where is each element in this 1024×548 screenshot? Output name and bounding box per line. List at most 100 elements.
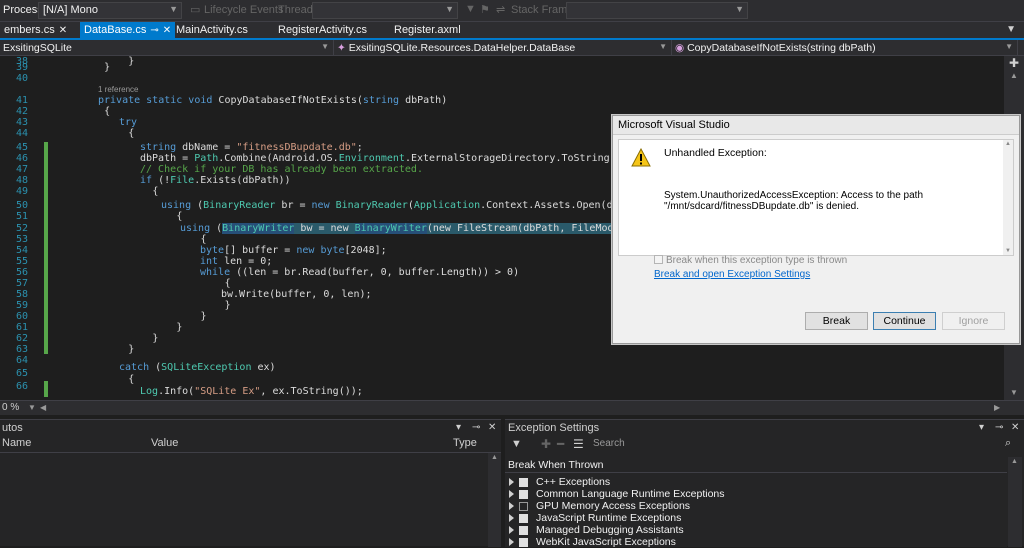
- tab-database[interactable]: DataBase.cs ⊸ ✕: [80, 22, 176, 40]
- scroll-up-icon[interactable]: ▲: [1005, 141, 1011, 147]
- line-number: 58: [15, 289, 28, 300]
- checkbox[interactable]: [519, 513, 528, 523]
- exception-message-line2: "/mnt/sdcard/fitnessDBupdate.db" is deni…: [664, 201, 859, 212]
- close-icon[interactable]: ✕: [488, 422, 496, 433]
- project-dropdown[interactable]: ExsitingSQLite ▼: [0, 40, 334, 56]
- class-dropdown[interactable]: ✦ ExsitingSQLite.Resources.DataHelper.Da…: [334, 40, 672, 56]
- scroll-up-icon[interactable]: ▲: [1011, 458, 1018, 465]
- line-number-gutter: 38 39 40 41 42 43 44 45 46 47 48 49 50 5…: [0, 56, 34, 400]
- expand-icon[interactable]: [509, 502, 514, 511]
- tab-overflow-icon[interactable]: ▼: [1006, 24, 1016, 35]
- warning-icon: [631, 148, 651, 167]
- scroll-right-icon[interactable]: ▶: [994, 403, 1000, 412]
- line-number: 52: [15, 223, 28, 234]
- pin-icon[interactable]: ⊸: [472, 422, 480, 433]
- checkbox[interactable]: [519, 477, 528, 487]
- chevron-down-icon: ▼: [169, 4, 178, 14]
- dropdown-icon[interactable]: ▾: [456, 422, 461, 433]
- editor-zoom-bar: 0 % ▼ ◀ ▶: [0, 400, 1024, 415]
- code-line: {: [56, 211, 183, 222]
- scroll-up-icon[interactable]: ▲: [491, 454, 498, 461]
- list-item[interactable]: Common Language Runtime Exceptions: [509, 488, 725, 500]
- expand-icon[interactable]: [509, 538, 514, 547]
- tab-label: embers.cs: [4, 24, 55, 36]
- code-line: {: [56, 186, 159, 197]
- message-scrollbar[interactable]: ▲ ▼: [1003, 140, 1013, 255]
- close-icon[interactable]: ✕: [163, 25, 171, 36]
- lifecycle-events-button[interactable]: Lifecycle Events: [204, 4, 283, 16]
- tab-registeractivity[interactable]: RegisterActivity.cs: [274, 22, 371, 40]
- scroll-down-icon[interactable]: ▼: [1005, 248, 1011, 254]
- expand-icon[interactable]: [509, 514, 514, 523]
- member-dropdown[interactable]: ◉ CopyDatabaseIfNotExists(string dbPath)…: [672, 40, 1018, 56]
- checkbox[interactable]: [519, 537, 528, 547]
- close-icon[interactable]: ✕: [1011, 422, 1019, 433]
- list-item[interactable]: WebKit JavaScript Exceptions: [509, 536, 676, 548]
- scroll-up-icon[interactable]: ▲: [1010, 71, 1018, 80]
- list-item[interactable]: GPU Memory Access Exceptions: [509, 500, 690, 512]
- checkbox[interactable]: [519, 525, 528, 535]
- code-line: dbPath = Path.Combine(Android.OS.Environ…: [140, 153, 682, 164]
- restore-defaults-icon[interactable]: ☰: [573, 437, 584, 451]
- checkbox[interactable]: [519, 489, 528, 499]
- line-number: 45: [15, 142, 28, 153]
- zoom-level[interactable]: 0 %: [2, 402, 19, 413]
- list-item[interactable]: C++ Exceptions: [509, 476, 610, 488]
- add-icon[interactable]: ✚: [541, 437, 551, 451]
- search-input[interactable]: Search: [593, 438, 625, 449]
- line-number: 42: [15, 106, 28, 117]
- lifecycle-icon[interactable]: ▭: [190, 3, 200, 16]
- close-icon[interactable]: ✕: [59, 25, 67, 36]
- line-number: 43: [15, 117, 28, 128]
- split-editor-icon[interactable]: ✚: [1009, 56, 1019, 70]
- chevron-down-icon: ▼: [659, 42, 667, 51]
- flag-icon[interactable]: ⚑: [480, 3, 490, 16]
- tab-mainactivity[interactable]: MainActivity.cs: [172, 22, 252, 40]
- scroll-down-icon[interactable]: ▼: [1010, 388, 1018, 397]
- filter-icon[interactable]: ▼: [511, 438, 522, 450]
- line-number: 59: [15, 300, 28, 311]
- exception-settings-panel: Exception Settings ▾ ⊸ ✕ ▼ ✚ ━ ☰ Search …: [505, 419, 1024, 548]
- autos-scrollbar[interactable]: ▲: [488, 453, 501, 547]
- column-header-type[interactable]: Type: [453, 437, 477, 449]
- expand-icon[interactable]: [509, 526, 514, 535]
- pin-icon[interactable]: ⊸: [995, 422, 1003, 433]
- thread-dropdown[interactable]: ▼: [312, 2, 458, 19]
- pin-icon[interactable]: ⊸: [150, 25, 158, 36]
- continue-button[interactable]: Continue: [873, 312, 936, 330]
- expand-icon[interactable]: [509, 478, 514, 487]
- method-icon: ◉: [675, 42, 685, 54]
- scroll-left-icon[interactable]: ◀: [40, 403, 46, 412]
- list-header: Break When Thrown: [505, 456, 1007, 473]
- remove-icon[interactable]: ━: [557, 437, 564, 451]
- expand-icon[interactable]: [509, 490, 514, 499]
- stackframe-dropdown[interactable]: ▼: [566, 2, 748, 19]
- line-number: 53: [15, 234, 28, 245]
- split-icon[interactable]: ⇌: [496, 3, 505, 16]
- list-item[interactable]: JavaScript Runtime Exceptions: [509, 512, 681, 524]
- checkbox[interactable]: [519, 501, 528, 511]
- debug-toolbar: Process: [N/A] Mono ▼ ▭ Lifecycle Events…: [0, 0, 1024, 22]
- process-dropdown[interactable]: [N/A] Mono ▼: [38, 2, 182, 19]
- code-line: bw.Write(buffer, 0, len);: [221, 289, 372, 300]
- column-header-value[interactable]: Value: [151, 437, 178, 449]
- exception-settings-link[interactable]: Break and open Exception Settings: [654, 269, 810, 280]
- thread-label: Thread:: [278, 4, 316, 16]
- break-button[interactable]: Break: [805, 312, 868, 330]
- column-header-name[interactable]: Name: [2, 437, 31, 449]
- tab-label: MainActivity.cs: [176, 24, 248, 36]
- search-icon[interactable]: ⌕: [1005, 437, 1011, 450]
- dropdown-icon[interactable]: ▾: [979, 422, 984, 433]
- chevron-down-icon[interactable]: ▼: [28, 403, 36, 412]
- codelens-reference[interactable]: 1 reference: [98, 85, 138, 94]
- ignore-button[interactable]: Ignore: [942, 312, 1005, 330]
- list-item[interactable]: Managed Debugging Assistants: [509, 524, 684, 536]
- tab-register-axml[interactable]: Register.axml: [390, 22, 465, 40]
- code-line: if (!File.Exists(dbPath)): [140, 175, 291, 186]
- tab-members[interactable]: embers.cs ✕: [0, 22, 71, 40]
- line-number: 49: [15, 186, 28, 197]
- exception-scrollbar[interactable]: ▲: [1008, 457, 1022, 547]
- header-divider: [0, 452, 501, 453]
- break-checkbox[interactable]: [654, 255, 663, 264]
- filter-icon[interactable]: ▼: [465, 3, 476, 15]
